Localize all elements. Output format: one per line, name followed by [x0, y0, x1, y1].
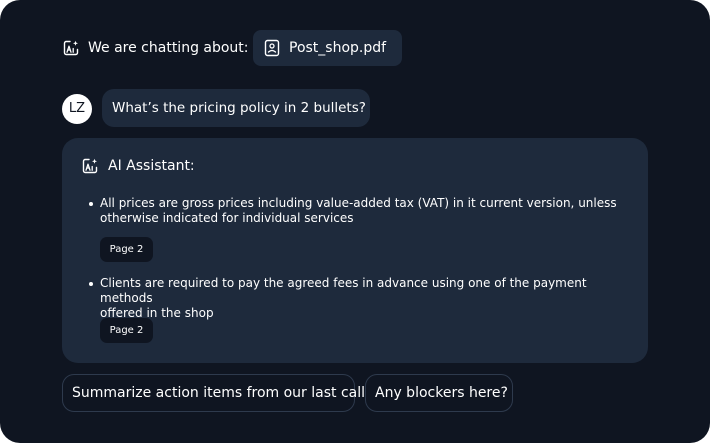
attached-file-name: Post_shop.pdf — [289, 40, 387, 56]
answer-bullet-2-line-2: offered in the shop — [100, 306, 214, 320]
user-message-text: What’s the pricing policy in 2 bullets? — [112, 100, 366, 116]
answer-bullet-1-line-1: All prices are gross prices including va… — [100, 196, 617, 210]
suggestion-chip-blockers[interactable]: Any blockers here? — [365, 374, 513, 412]
answer-bullet-1-line-2: otherwise indicated for individual servi… — [100, 211, 354, 225]
source-page-chip-2[interactable]: Page 2 — [100, 318, 153, 343]
user-avatar: LZ — [62, 94, 92, 124]
chat-panel: We are chatting about: Post_shop.pdf LZ … — [0, 0, 710, 443]
bullet-dot — [89, 202, 93, 206]
source-page-chip-1[interactable]: Page 2 — [100, 237, 153, 262]
chat-context-label: We are chatting about: — [88, 40, 249, 56]
document-icon — [264, 39, 280, 57]
answer-bullet-1: All prices are gross prices including va… — [100, 196, 620, 226]
bullet-dot — [89, 282, 93, 286]
ai-sparkle-icon — [63, 40, 79, 56]
answer-bullet-2: Clients are required to pay the agreed f… — [100, 276, 620, 321]
assistant-message-card: AI Assistant: All prices are gross price… — [62, 138, 648, 363]
suggestion-chip-summarize[interactable]: Summarize action items from our last cal… — [62, 374, 365, 412]
assistant-title: AI Assistant: — [108, 158, 195, 174]
ai-sparkle-icon — [82, 158, 98, 174]
user-message-bubble: What’s the pricing policy in 2 bullets? — [102, 89, 370, 127]
answer-bullet-2-line-1: Clients are required to pay the agreed f… — [100, 276, 587, 305]
attached-file-chip[interactable]: Post_shop.pdf — [253, 30, 402, 66]
